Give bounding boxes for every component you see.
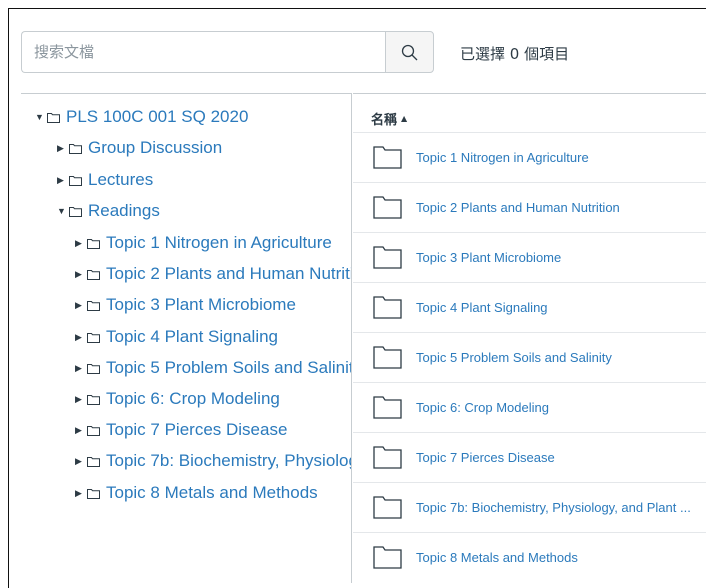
folder-icon <box>373 496 402 519</box>
expanded-triangle-icon: ▼ <box>57 206 66 216</box>
folder-icon <box>373 146 402 169</box>
folder-icon <box>373 196 402 219</box>
collapsed-triangle-icon: ▶ <box>75 424 82 435</box>
collapsed-triangle-icon: ▶ <box>75 393 82 404</box>
tree-item-label: Topic 6: Crop Modeling <box>106 389 280 408</box>
folder-icon <box>87 238 100 249</box>
file-row[interactable]: Topic 7 Pierces Disease <box>353 432 706 482</box>
tree-item-label: Readings <box>88 201 160 220</box>
folder-icon <box>373 446 402 469</box>
folder-icon <box>87 363 100 374</box>
search-input[interactable] <box>22 32 385 72</box>
collapsed-triangle-icon: ▶ <box>57 142 64 153</box>
tree-item-topic-8[interactable]: ▶ Topic 8 Metals and Methods <box>75 482 318 504</box>
collapsed-triangle-icon: ▶ <box>75 268 82 279</box>
folder-icon <box>69 175 82 186</box>
tree-item-topic-1[interactable]: ▶ Topic 1 Nitrogen in Agriculture <box>75 232 332 254</box>
folder-icon <box>373 246 402 269</box>
collapsed-triangle-icon: ▶ <box>75 362 82 373</box>
folder-icon <box>373 396 402 419</box>
file-row[interactable]: Topic 1 Nitrogen in Agriculture <box>353 132 706 182</box>
file-list: 名稱 ▲ Topic 1 Nitrogen in Agriculture Top… <box>353 93 706 584</box>
tree-item-topic-2[interactable]: ▶ Topic 2 Plants and Human Nutrition <box>75 263 352 285</box>
sort-up-icon: ▲ <box>401 114 408 123</box>
folder-icon <box>69 206 82 217</box>
folder-icon <box>87 332 100 343</box>
search-field[interactable] <box>21 31 385 73</box>
folder-icon <box>47 112 60 123</box>
collapsed-triangle-icon: ▶ <box>75 455 82 466</box>
folder-icon <box>87 300 100 311</box>
tree-item-label: Topic 5 Problem Soils and Salinity <box>106 358 352 377</box>
search-icon <box>401 44 418 60</box>
tree-item-label: Topic 3 Plant Microbiome <box>106 295 296 314</box>
tree-item-topic-7[interactable]: ▶ Topic 7 Pierces Disease <box>75 419 287 441</box>
file-name-link[interactable]: Topic 6: Crop Modeling <box>416 400 549 415</box>
folder-icon <box>87 425 100 436</box>
file-name-link[interactable]: Topic 2 Plants and Human Nutrition <box>416 200 620 215</box>
expanded-triangle-icon: ▼ <box>35 112 44 122</box>
file-name-link[interactable]: Topic 8 Metals and Methods <box>416 550 578 565</box>
file-name-link[interactable]: Topic 3 Plant Microbiome <box>416 250 561 265</box>
file-row[interactable]: Topic 4 Plant Signaling <box>353 282 706 332</box>
collapsed-triangle-icon: ▶ <box>75 487 82 498</box>
search-button[interactable] <box>385 31 434 73</box>
tree-item-label: Topic 4 Plant Signaling <box>106 327 279 346</box>
folder-icon <box>373 346 402 369</box>
tree-item-group-discussion[interactable]: ▶ Group Discussion <box>57 137 222 159</box>
tree-root-label: PLS 100C 001 SQ 2020 <box>66 107 249 126</box>
file-name-link[interactable]: Topic 7 Pierces Disease <box>416 450 555 465</box>
file-name-link[interactable]: Topic 1 Nitrogen in Agriculture <box>416 150 589 165</box>
tree-item-topic-7b[interactable]: ▶ Topic 7b: Biochemistry, Physiology, an… <box>75 450 351 472</box>
tree-item-topic-5[interactable]: ▶ Topic 5 Problem Soils and Salinity <box>75 357 352 379</box>
file-row[interactable]: Topic 7b: Biochemistry, Physiology, and … <box>353 482 706 532</box>
folder-icon <box>69 143 82 154</box>
collapsed-triangle-icon: ▶ <box>57 174 64 185</box>
file-row[interactable]: Topic 2 Plants and Human Nutrition <box>353 182 706 232</box>
collapsed-triangle-icon: ▶ <box>75 237 82 248</box>
folder-tree: ▼ PLS 100C 001 SQ 2020 ▶ Group Discussio… <box>21 93 352 583</box>
column-header-name[interactable]: 名稱 ▲ <box>371 109 407 128</box>
tree-item-topic-4[interactable]: ▶ Topic 4 Plant Signaling <box>75 326 278 348</box>
folder-icon <box>87 456 100 467</box>
tree-item-label: Topic 8 Metals and Methods <box>106 483 318 502</box>
file-name-link[interactable]: Topic 7b: Biochemistry, Physiology, and … <box>416 500 691 515</box>
tree-item-topic-6[interactable]: ▶ Topic 6: Crop Modeling <box>75 388 280 410</box>
tree-item-label: Topic 7 Pierces Disease <box>106 420 288 439</box>
folder-icon <box>373 546 402 569</box>
file-name-link[interactable]: Topic 5 Problem Soils and Salinity <box>416 350 612 365</box>
tree-item-label: Topic 2 Plants and Human Nutrition <box>106 264 352 283</box>
folder-icon <box>373 296 402 319</box>
file-row[interactable]: Topic 3 Plant Microbiome <box>353 232 706 282</box>
tree-item-label: Group Discussion <box>88 138 223 157</box>
collapsed-triangle-icon: ▶ <box>75 299 82 310</box>
tree-item-readings[interactable]: ▼ Readings <box>57 200 160 222</box>
tree-root[interactable]: ▼ PLS 100C 001 SQ 2020 <box>35 106 248 128</box>
folder-icon <box>87 488 100 499</box>
file-name-link[interactable]: Topic 4 Plant Signaling <box>416 300 548 315</box>
selection-status: 已選擇 0 個項目 <box>460 45 570 63</box>
tree-item-label: Topic 1 Nitrogen in Agriculture <box>106 233 332 252</box>
tree-item-label: Lectures <box>88 170 154 189</box>
tree-item-lectures[interactable]: ▶ Lectures <box>57 169 153 191</box>
folder-icon <box>87 269 100 280</box>
file-row[interactable]: Topic 6: Crop Modeling <box>353 382 706 432</box>
file-row[interactable]: Topic 5 Problem Soils and Salinity <box>353 332 706 382</box>
tree-item-label: Topic 7b: Biochemistry, Physiology, and … <box>106 451 351 470</box>
tree-item-topic-3[interactable]: ▶ Topic 3 Plant Microbiome <box>75 294 296 316</box>
file-row[interactable]: Topic 8 Metals and Methods <box>353 532 706 582</box>
folder-icon <box>87 394 100 405</box>
collapsed-triangle-icon: ▶ <box>75 331 82 342</box>
column-header-label: 名稱 <box>371 113 398 128</box>
